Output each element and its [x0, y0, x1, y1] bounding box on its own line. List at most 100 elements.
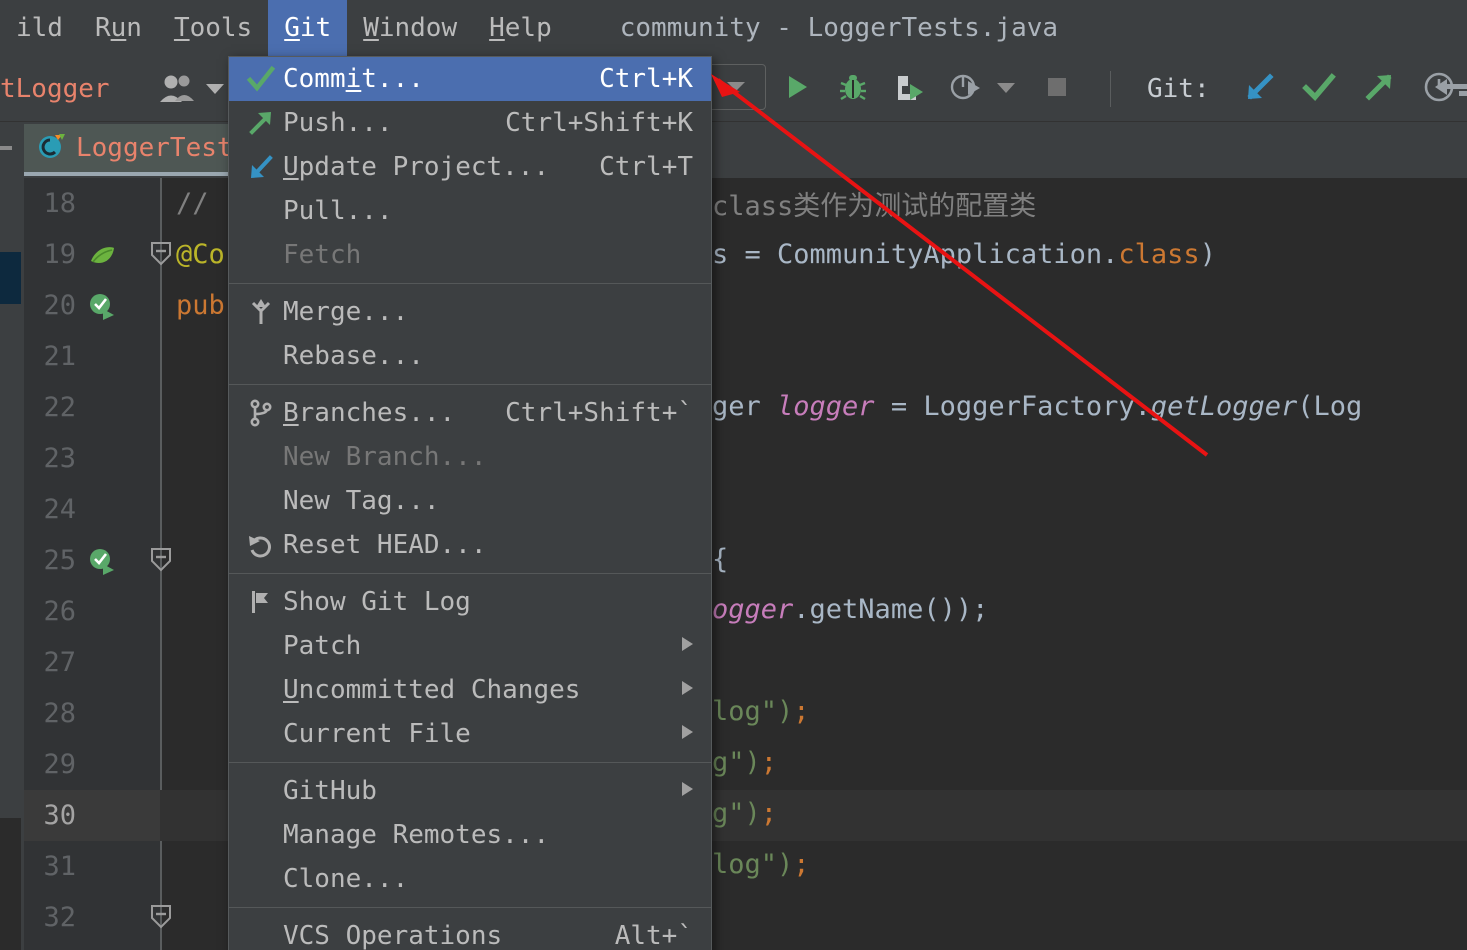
editor-tab-loggertest[interactable]: LoggerTest: [24, 124, 247, 176]
code-token: logger: [777, 391, 875, 422]
code-line: s = CommunityApplication. class): [712, 229, 1216, 280]
code-fragment: pub: [176, 280, 225, 331]
gutter-line[interactable]: 32: [24, 892, 160, 943]
menu-item-label: New Branch...: [283, 442, 487, 472]
arrow-up-right-icon: [239, 108, 283, 138]
gutter-line[interactable]: 24: [24, 484, 160, 535]
menu-item-github[interactable]: GitHub: [229, 769, 711, 813]
tab-scroll-dash: [0, 146, 12, 150]
gutter-line[interactable]: 22: [24, 382, 160, 433]
gutter-line[interactable]: 19: [24, 229, 160, 280]
menu-item-pull[interactable]: Pull...: [229, 189, 711, 233]
code-token: pub: [176, 290, 225, 321]
menu-separator: [229, 573, 711, 574]
run-configuration-label[interactable]: tLogger: [0, 56, 110, 122]
gutter-line[interactable]: 30: [24, 790, 160, 841]
line-number: 30: [43, 800, 76, 831]
arrow-down-left-icon: [239, 152, 283, 182]
menubar-item-run[interactable]: Run: [79, 0, 158, 56]
gutter-line[interactable]: 27: [24, 637, 160, 688]
menu-item-label: Uncommitted Changes: [283, 675, 581, 705]
code-token: ;: [793, 696, 810, 727]
gutter-line[interactable]: 33: [24, 943, 160, 950]
line-number: 22: [43, 392, 76, 423]
window-title: community - LoggerTests.java: [619, 13, 1059, 43]
menu-item-shortcut: Ctrl+T: [599, 152, 693, 182]
line-number: 26: [43, 596, 76, 627]
code-fragment: //: [176, 178, 209, 229]
gutter-line[interactable]: 25: [24, 535, 160, 586]
menu-item-new-tag[interactable]: New Tag...: [229, 479, 711, 523]
menu-item-rebase[interactable]: Rebase...: [229, 334, 711, 378]
menu-item-fetch: Fetch: [229, 233, 711, 277]
run-test-icon[interactable]: [80, 291, 124, 321]
menubar-item-help[interactable]: Help: [473, 0, 568, 56]
spring-leaf-icon[interactable]: [80, 240, 124, 270]
menu-item-uncommitted-changes[interactable]: Uncommitted Changes: [229, 668, 711, 712]
menu-item-show-git-log[interactable]: Show Git Log: [229, 580, 711, 624]
menu-item-push[interactable]: Push... Ctrl+Shift+K: [229, 101, 711, 145]
gutter-line[interactable]: 29: [24, 739, 160, 790]
menubar-item-window[interactable]: Window: [347, 0, 473, 56]
run-test-icon[interactable]: [80, 546, 124, 576]
gutter-line[interactable]: 26: [24, 586, 160, 637]
code-token: ogger: [712, 594, 794, 625]
code-line: ogger .getName());: [712, 584, 988, 635]
code-token: = LoggerFactory.: [874, 391, 1151, 422]
gutter-line[interactable]: 21: [24, 331, 160, 382]
main-menu-bar[interactable]: ild Ru n Tools Git Window Help community - Log…: [0, 0, 1467, 56]
menubar-item-git[interactable]: Git: [268, 0, 348, 56]
menubar-item-tools[interactable]: Tools: [158, 0, 268, 56]
chevron-down-icon[interactable]: [203, 80, 227, 100]
code-line: log");: [712, 686, 810, 737]
chevron-down-icon[interactable]: [994, 79, 1018, 99]
menu-item-label: Reset HEAD...: [283, 530, 487, 560]
commit-icon[interactable]: [1300, 68, 1338, 110]
run-configuration-combo[interactable]: [706, 64, 766, 110]
gutter-line[interactable]: 18: [24, 178, 160, 229]
menu-item-shortcut: Ctrl+K: [599, 64, 693, 94]
code-line: {: [712, 534, 728, 585]
code-token: //: [176, 188, 209, 219]
gutter-line[interactable]: 31: [24, 841, 160, 892]
debug-icon[interactable]: [836, 70, 870, 108]
gutter-line[interactable]: 28: [24, 688, 160, 739]
fold-collapse-icon[interactable]: [146, 239, 176, 269]
run-with-coverage-icon[interactable]: [892, 70, 926, 108]
menu-item-label: Merge...: [283, 297, 409, 327]
push-icon[interactable]: [1360, 68, 1398, 110]
fold-collapse-icon[interactable]: [146, 545, 176, 575]
rollback-icon[interactable]: [1433, 72, 1467, 110]
menu-item-commit[interactable]: Commit... Ctrl+K: [229, 57, 711, 101]
code-line: g");: [712, 788, 777, 839]
profile-icon[interactable]: [948, 70, 982, 108]
menu-item-clone[interactable]: Clone...: [229, 857, 711, 901]
toolbar-icon-group[interactable]: Git:: [780, 56, 1458, 122]
menu-item-branches[interactable]: Branches... Ctrl+Shift+`: [229, 391, 711, 435]
tab-strip-left-stub: [0, 124, 24, 176]
menu-item-update-project[interactable]: Update Project... Ctrl+T: [229, 145, 711, 189]
gutter-line[interactable]: 23: [24, 433, 160, 484]
menu-item-label: Patch: [283, 631, 362, 661]
submenu-arrow-icon: [679, 634, 711, 658]
menu-item-vcs-operations[interactable]: VCS Operations Alt+`: [229, 914, 711, 950]
menu-item-current-file[interactable]: Current File: [229, 712, 711, 756]
menu-item-label: GitHub: [283, 776, 377, 806]
git-dropdown-menu[interactable]: Commit... Ctrl+K Push... Ctrl+Shift+K Update…: [228, 56, 712, 950]
fold-collapse-icon[interactable]: [146, 902, 176, 932]
menu-item-reset-head[interactable]: Reset HEAD...: [229, 523, 711, 567]
menu-item-label: Current File: [283, 719, 471, 749]
menu-item-patch[interactable]: Patch: [229, 624, 711, 668]
stop-icon[interactable]: [1040, 70, 1074, 108]
line-number: 21: [43, 341, 76, 372]
git-toolbar-label: Git:: [1147, 74, 1210, 104]
menubar-item-build[interactable]: ild: [0, 0, 79, 56]
user-account-widget[interactable]: [157, 72, 227, 108]
submenu-arrow-icon: [679, 779, 711, 803]
menu-item-manage-remotes[interactable]: Manage Remotes...: [229, 813, 711, 857]
run-icon[interactable]: [780, 70, 814, 108]
menu-item-label: Fetch: [283, 240, 362, 270]
gutter-line[interactable]: 20: [24, 280, 160, 331]
menu-item-merge[interactable]: Merge...: [229, 290, 711, 334]
update-project-icon[interactable]: [1240, 68, 1278, 110]
